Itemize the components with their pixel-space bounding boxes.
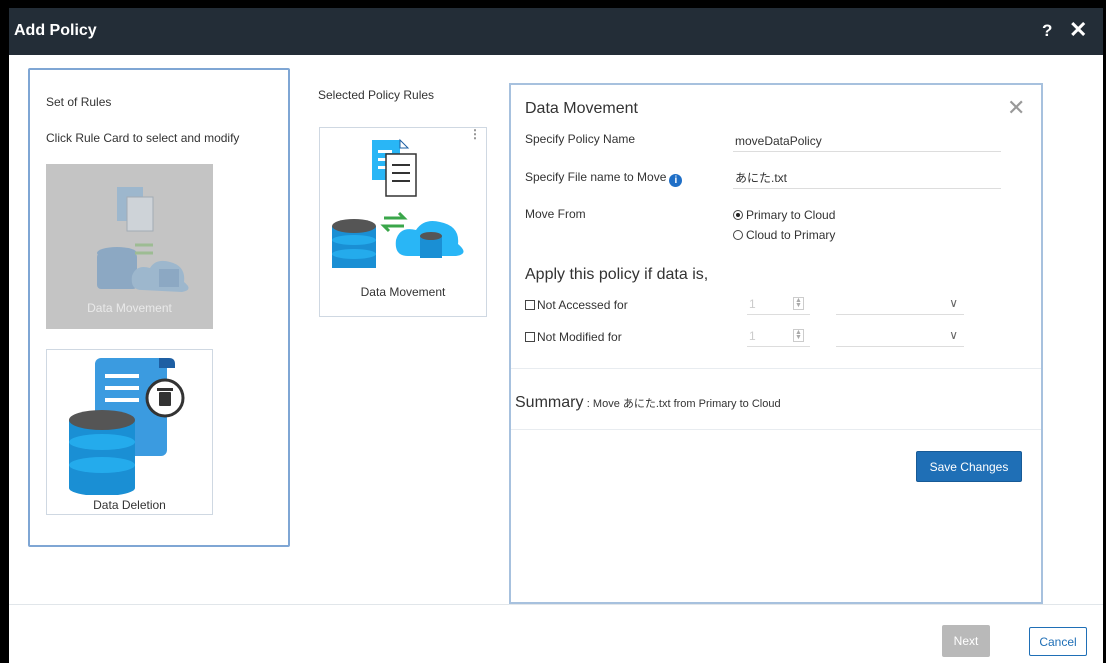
summary-text: : Move あにた.txt from Primary to Cloud bbox=[586, 398, 781, 410]
chevron-down-icon: ∨ bbox=[949, 296, 958, 310]
dialog-title: Add Policy bbox=[14, 22, 97, 39]
not-accessed-unit-select[interactable]: ∨ bbox=[836, 293, 964, 315]
checkbox-icon bbox=[525, 300, 535, 310]
file-name-label-text: Specify File name to Move bbox=[525, 170, 667, 184]
dialog-titlebar: Add Policy ? ✕ bbox=[9, 8, 1103, 55]
rules-instruction: Click Rule Card to select and modify bbox=[46, 131, 240, 145]
rules-heading: Set of Rules bbox=[46, 95, 112, 109]
selected-rule-card-data-movement[interactable]: ⋮ Data Movement bbox=[319, 127, 487, 317]
rule-card-label: Data Movement bbox=[87, 301, 172, 315]
save-changes-button[interactable]: Save Changes bbox=[916, 451, 1022, 482]
not-modified-number-input[interactable]: 1 ▲ ▼ bbox=[747, 325, 810, 347]
detail-title: Data Movement bbox=[525, 100, 638, 117]
rule-card-data-deletion[interactable]: Data Deletion bbox=[46, 349, 213, 515]
checkbox-label: Not Accessed for bbox=[537, 298, 628, 312]
apply-heading: Apply this policy if data is, bbox=[525, 266, 709, 283]
selected-rules-heading: Selected Policy Rules bbox=[318, 88, 435, 102]
radio-cloud-to-primary[interactable]: Cloud to Primary bbox=[733, 228, 835, 242]
radio-label: Cloud to Primary bbox=[746, 228, 836, 242]
checkbox-not-accessed[interactable]: Not Accessed for bbox=[525, 298, 628, 312]
spin-value: 1 bbox=[749, 329, 756, 343]
summary-label: Summary bbox=[515, 394, 584, 411]
help-icon[interactable]: ? bbox=[1042, 21, 1052, 41]
move-from-label: Move From bbox=[525, 207, 586, 221]
summary: Summary : Move あにた.txt from Primary to C… bbox=[515, 394, 781, 412]
chevron-down-icon: ∨ bbox=[949, 328, 958, 342]
footer-divider bbox=[9, 604, 1103, 605]
rule-detail-panel: Data Movement ✕ Specify Policy Name Spec… bbox=[509, 83, 1043, 604]
divider bbox=[511, 429, 1041, 430]
checkbox-icon bbox=[525, 332, 535, 342]
info-icon[interactable]: i bbox=[669, 174, 683, 187]
cancel-button[interactable]: Cancel bbox=[1029, 627, 1087, 656]
radio-unselected-icon bbox=[733, 230, 743, 240]
close-icon[interactable]: ✕ bbox=[1069, 17, 1087, 43]
checkbox-not-modified[interactable]: Not Modified for bbox=[525, 330, 622, 344]
spinner-arrows-icon[interactable]: ▲ ▼ bbox=[793, 329, 804, 342]
radio-primary-to-cloud[interactable]: Primary to Cloud bbox=[733, 208, 835, 222]
radio-label: Primary to Cloud bbox=[746, 208, 836, 222]
data-deletion-icon bbox=[69, 358, 185, 495]
policy-name-input[interactable] bbox=[733, 130, 1001, 152]
file-name-label: Specify File name to Move i bbox=[525, 170, 683, 187]
selected-card-label: Data Movement bbox=[360, 285, 446, 299]
not-accessed-number-input[interactable]: 1 ▲ ▼ bbox=[747, 293, 810, 315]
close-icon[interactable]: ✕ bbox=[1007, 95, 1025, 121]
rules-panel: Set of Rules Click Rule Card to select a… bbox=[28, 68, 290, 547]
data-movement-icon bbox=[97, 187, 189, 292]
divider bbox=[511, 368, 1041, 369]
radio-selected-icon bbox=[733, 210, 743, 220]
not-modified-unit-select[interactable]: ∨ bbox=[836, 325, 964, 347]
spinner-arrows-icon[interactable]: ▲ ▼ bbox=[793, 297, 804, 310]
checkbox-label: Not Modified for bbox=[537, 330, 622, 344]
spin-value: 1 bbox=[749, 297, 756, 311]
rule-card-label: Data Deletion bbox=[93, 498, 166, 512]
add-policy-dialog: Add Policy ? ✕ Set of Rules Click Rule C… bbox=[9, 8, 1103, 663]
policy-name-label: Specify Policy Name bbox=[525, 132, 636, 146]
rule-card-data-movement[interactable]: Data Movement bbox=[46, 164, 213, 329]
file-name-input[interactable] bbox=[733, 167, 1001, 189]
next-button[interactable]: Next bbox=[942, 625, 990, 657]
data-movement-icon bbox=[332, 138, 464, 268]
